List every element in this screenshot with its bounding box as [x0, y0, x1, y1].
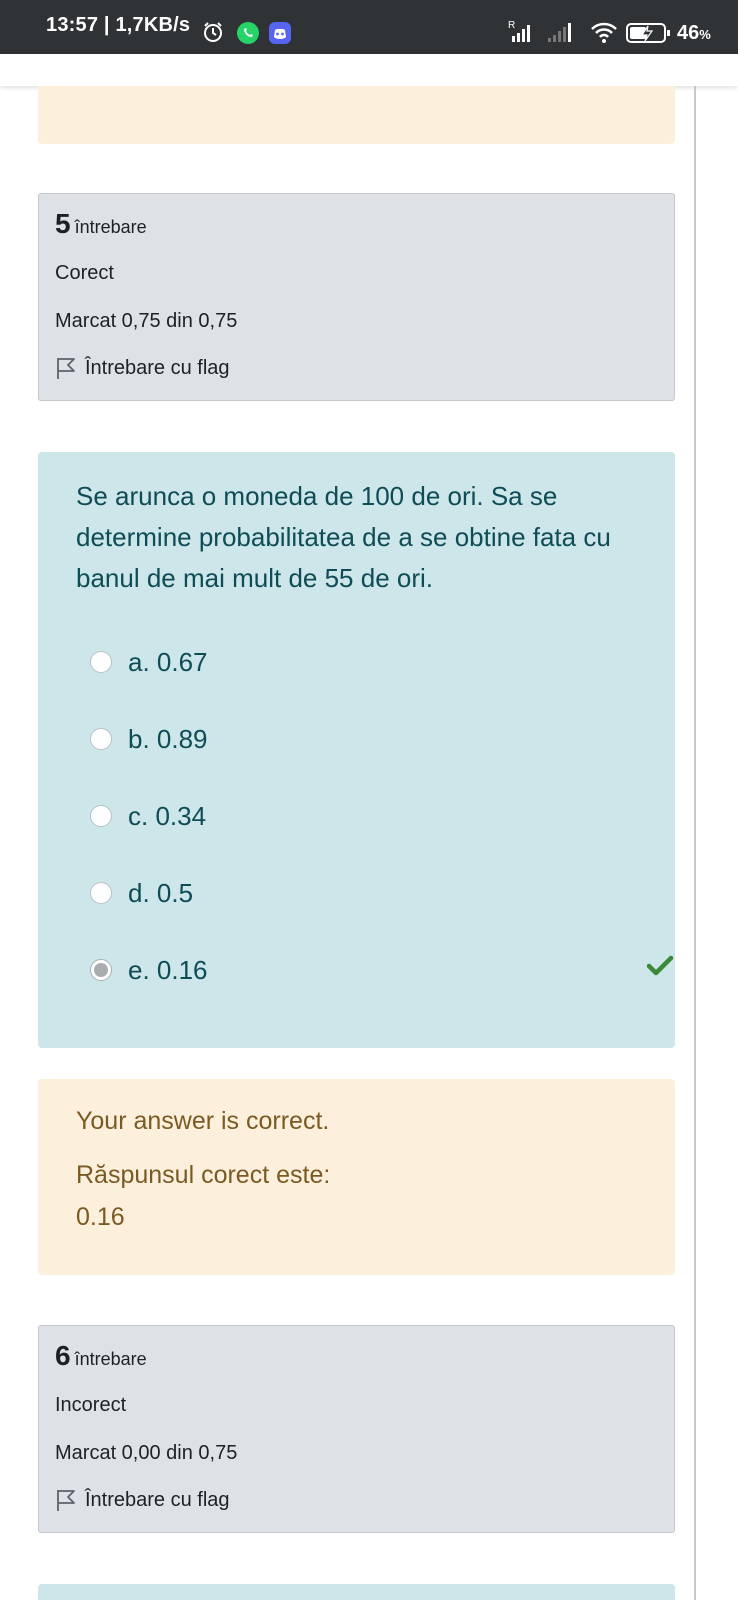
option-label: c. 0.34	[128, 800, 207, 831]
flag-label: Întrebare cu flag	[85, 1488, 230, 1511]
answer-option-b[interactable]: b. 0.89	[90, 719, 650, 759]
question-number: 5 întrebare	[55, 208, 147, 239]
radio-button[interactable]	[90, 728, 112, 750]
answer-feedback: Your answer is correct. Răspunsul corect…	[38, 1079, 675, 1275]
previous-feedback-box	[38, 86, 675, 144]
option-label: d. 0.5	[128, 877, 194, 908]
svg-text:R: R	[508, 20, 515, 31]
battery-charging-icon	[626, 22, 674, 49]
question-state: Corect	[55, 262, 114, 284]
option-label: b. 0.89	[128, 723, 208, 754]
feedback-result: Your answer is correct.	[76, 1107, 330, 1135]
question-state: Incorect	[55, 1394, 127, 1416]
roaming-signal-icon: R	[508, 18, 536, 49]
whatsapp-icon	[236, 21, 260, 50]
status-time: 13:57 | 1,7KB/s	[46, 14, 191, 36]
status-bar: 13:57 | 1,7KB/s R 46%	[0, 0, 738, 54]
radio-button[interactable]	[90, 882, 112, 904]
correct-check-icon	[646, 955, 674, 976]
question-text: Se arunca o moneda de 100 de ori. Sa se …	[76, 481, 611, 593]
answer-option-d[interactable]: d. 0.5	[90, 873, 650, 913]
answer-option-c[interactable]: c. 0.34	[90, 796, 650, 836]
correct-answer-value: 0.16	[76, 1203, 125, 1231]
question-content-6	[38, 1584, 675, 1600]
wifi-icon	[590, 21, 618, 50]
option-label: e. 0.16	[128, 954, 208, 985]
answer-option-a[interactable]: a. 0.67	[90, 642, 650, 682]
question-content-5: Se arunca o moneda de 100 de ori. Sa se …	[38, 452, 675, 1048]
flag-icon	[57, 1490, 75, 1511]
radio-button[interactable]	[90, 805, 112, 827]
app-header	[0, 54, 738, 86]
question-info-5: 5 întrebare Corect Marcat 0,75 din 0,75 Î…	[38, 193, 675, 401]
alarm-icon	[202, 21, 224, 48]
answer-option-e[interactable]: e. 0.16	[90, 950, 674, 990]
flag-icon	[57, 358, 75, 379]
signal-icon	[546, 20, 574, 49]
battery-percent: 46%	[677, 22, 711, 44]
question-grade: Marcat 0,75 din 0,75	[55, 310, 238, 332]
radio-button[interactable]	[90, 651, 112, 673]
flag-question-button[interactable]: Întrebare cu flag	[55, 1488, 230, 1512]
question-grade: Marcat 0,00 din 0,75	[55, 1442, 238, 1464]
scrollbar-track[interactable]	[694, 86, 696, 1600]
correct-answer-label: Răspunsul corect este:	[76, 1161, 331, 1189]
radio-button-selected[interactable]	[90, 959, 112, 981]
flag-label: Întrebare cu flag	[85, 356, 230, 379]
option-label: a. 0.67	[128, 646, 208, 677]
question-info-6: 6 întrebare Incorect Marcat 0,00 din 0,75…	[38, 1325, 675, 1533]
flag-question-button[interactable]: Întrebare cu flag	[55, 356, 230, 380]
discord-icon	[268, 21, 292, 50]
question-number: 6 întrebare	[55, 1340, 147, 1371]
